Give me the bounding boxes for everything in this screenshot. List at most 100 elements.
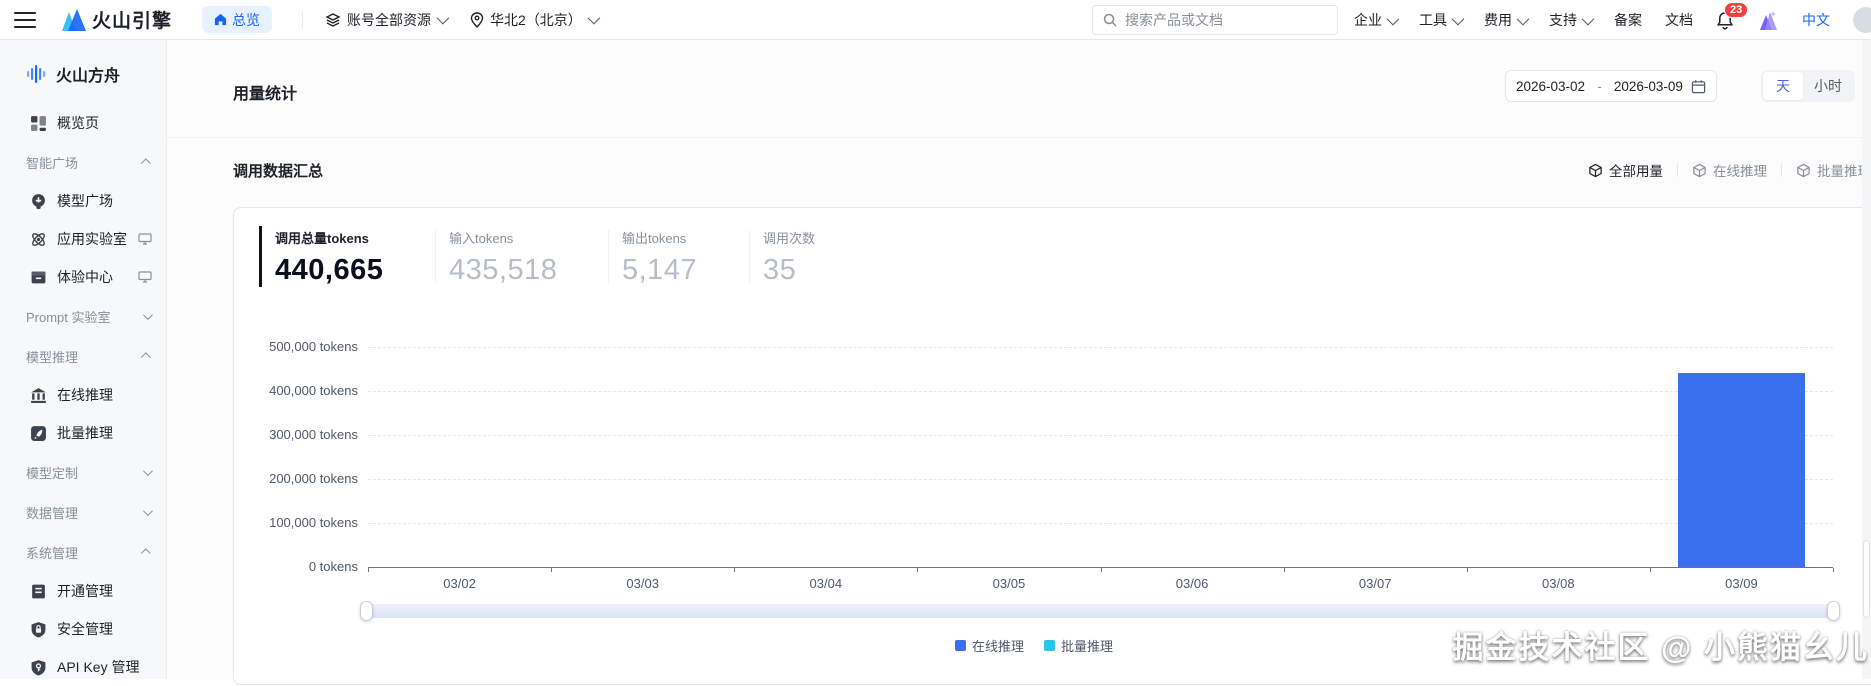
page-scrollbar[interactable] [1862, 40, 1871, 679]
box-icon [30, 269, 47, 286]
x-axis-tickmark [1284, 568, 1285, 572]
sidebar-item-app-lab[interactable]: 应用实验室 [0, 220, 166, 258]
legend-item-在线推理[interactable]: 在线推理 [955, 636, 1024, 655]
stat-input-tokens: 输入tokens 435,518 [436, 226, 608, 287]
chart-gridline [368, 347, 1833, 348]
x-axis-tickmark [368, 568, 369, 572]
bulb-icon [30, 193, 47, 210]
atom-icon [30, 231, 47, 248]
usage-bar-chart: 500,000 tokens400,000 tokens300,000 toke… [368, 347, 1833, 567]
language-switch[interactable]: 中文 [1802, 10, 1830, 30]
region-selector[interactable]: 华北2（北京） [470, 10, 597, 30]
cube-icon [1796, 163, 1811, 178]
sidebar-item-experience-center[interactable]: 体验中心 [0, 258, 166, 296]
sidebar-section-plaza[interactable]: 智能广场 [0, 142, 166, 182]
sidebar-item-activation-mgmt[interactable]: 开通管理 [0, 572, 166, 610]
brand-logo[interactable]: 火山引擎 [60, 6, 172, 33]
filter-online-inference[interactable]: 在线推理 [1692, 160, 1767, 180]
bar-在线推理[interactable] [1678, 373, 1805, 567]
topbar: 火山引擎 总览 账号全部资源 华北2（北京） 企业 工具 费用 支持 备案 文档 [0, 0, 1871, 40]
chevron-down-icon [587, 12, 600, 25]
filter-separator [1781, 163, 1782, 177]
usage-summary-card: 调用总量tokens 440,665 输入tokens 435,518 输出to… [233, 207, 1871, 685]
filter-all-usage[interactable]: 全部用量 [1588, 160, 1663, 180]
x-axis-tick-label: 03/07 [1284, 576, 1467, 591]
search-icon [1103, 13, 1117, 27]
granularity-toggle: 天 小时 [1761, 70, 1855, 102]
y-axis-tick-label: 400,000 tokens [238, 383, 358, 398]
scrollbar-thumb[interactable] [1863, 540, 1870, 618]
x-axis-tickmark [551, 568, 552, 572]
location-pin-icon [470, 12, 484, 28]
legend-label: 批量推理 [1061, 636, 1113, 655]
date-start-value[interactable]: 2026-03-02 [1516, 79, 1585, 94]
summary-section-title: 调用数据汇总 [233, 160, 323, 181]
sidebar-section-system-mgmt[interactable]: 系统管理 [0, 532, 166, 572]
sidebar-section-data-mgmt[interactable]: 数据管理 [0, 492, 166, 532]
layers-icon [325, 12, 341, 28]
notifications-button[interactable]: 23 [1716, 11, 1734, 30]
x-axis-tickmark [1101, 568, 1102, 572]
granularity-day-button[interactable]: 天 [1763, 72, 1803, 100]
summary-section-header: 调用数据汇总 全部用量 在线推理 批量推理 [167, 138, 1871, 200]
chevron-down-icon [1387, 12, 1400, 25]
filter-batch-inference[interactable]: 批量推理 [1796, 160, 1871, 180]
main-content: 用量统计 2026-03-02 - 2026-03-09 天 小时 调用数据汇总… [167, 40, 1871, 679]
bank-icon [30, 387, 47, 404]
sidebar-item-security-mgmt[interactable]: 安全管理 [0, 610, 166, 648]
grid-icon [30, 115, 47, 132]
page-title: 用量统计 [233, 80, 297, 104]
page-header: 用量统计 2026-03-02 - 2026-03-09 天 小时 [167, 40, 1871, 138]
menu-billing[interactable]: 费用 [1484, 10, 1526, 30]
link-docs[interactable]: 文档 [1665, 10, 1693, 30]
volcano-logo-icon [60, 9, 86, 31]
sidebar-section-model-custom[interactable]: 模型定制 [0, 452, 166, 492]
slider-handle-right[interactable] [1827, 601, 1840, 621]
sidebar-product-header[interactable]: 火山方舟 [0, 40, 166, 104]
menu-tools[interactable]: 工具 [1419, 10, 1461, 30]
chevron-down-icon [143, 506, 153, 516]
sidebar-item-batch-inference[interactable]: 批量推理 [0, 414, 166, 452]
chart-gridline [368, 391, 1833, 392]
chevron-down-icon [437, 12, 450, 25]
sidebar-item-model-plaza[interactable]: 模型广场 [0, 182, 166, 220]
sidebar: 火山方舟 概览页 智能广场 模型广场 应用实验室 体验中心 Prompt 实验室… [0, 40, 167, 679]
menu-support[interactable]: 支持 [1549, 10, 1591, 30]
clipboard-icon [30, 583, 47, 600]
chevron-down-icon [1517, 12, 1530, 25]
slider-handle-left[interactable] [360, 601, 373, 621]
date-end-value[interactable]: 2026-03-09 [1614, 79, 1683, 94]
sidebar-item-api-key-mgmt[interactable]: API Key 管理 [0, 648, 166, 686]
stats-row: 调用总量tokens 440,665 输入tokens 435,518 输出to… [259, 226, 870, 287]
chevron-down-icon [1452, 12, 1465, 25]
chart-gridline [368, 523, 1833, 524]
resource-selector[interactable]: 账号全部资源 [325, 10, 446, 30]
avatar[interactable] [1853, 7, 1871, 33]
y-axis-tick-label: 0 tokens [238, 559, 358, 574]
x-axis-tickmark [917, 568, 918, 572]
menu-enterprise[interactable]: 企业 [1354, 10, 1396, 30]
sidebar-section-inference[interactable]: 模型推理 [0, 336, 166, 376]
granularity-hour-button[interactable]: 小时 [1803, 72, 1853, 100]
menu-hamburger-icon[interactable] [14, 12, 36, 28]
search-input[interactable] [1125, 12, 1315, 28]
y-axis-tick-label: 500,000 tokens [238, 339, 358, 354]
x-axis-tickmark [1833, 568, 1834, 572]
calendar-icon [1691, 79, 1706, 94]
sidebar-product-name: 火山方舟 [56, 62, 120, 86]
date-range-picker[interactable]: 2026-03-02 - 2026-03-09 [1505, 70, 1717, 102]
sidebar-item-overview[interactable]: 概览页 [0, 104, 166, 142]
y-axis-tick-label: 100,000 tokens [238, 515, 358, 530]
home-icon [214, 13, 227, 26]
sidebar-section-prompt-lab[interactable]: Prompt 实验室 [0, 296, 166, 336]
chart-range-slider[interactable] [361, 604, 1839, 618]
ark-waveform-icon [26, 63, 48, 85]
link-icp[interactable]: 备案 [1614, 10, 1642, 30]
filter-separator [1677, 163, 1678, 177]
global-search[interactable] [1092, 5, 1338, 35]
ai-assistant-icon[interactable] [1757, 10, 1779, 30]
cube-icon [1692, 163, 1707, 178]
sidebar-item-online-inference[interactable]: 在线推理 [0, 376, 166, 414]
overview-tab[interactable]: 总览 [202, 6, 272, 33]
legend-item-批量推理[interactable]: 批量推理 [1044, 636, 1113, 655]
